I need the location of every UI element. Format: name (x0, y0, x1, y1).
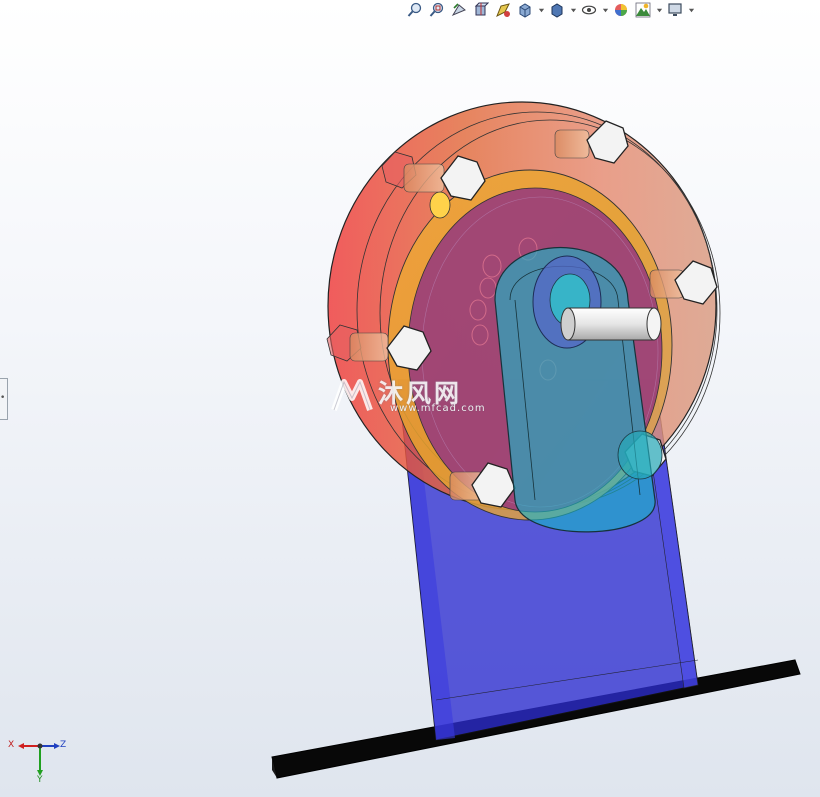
z-axis-label: Z (60, 740, 67, 750)
model-viewport[interactable] (0, 0, 820, 797)
x-axis-label: X (8, 740, 15, 750)
y-axis-label: Y (37, 775, 43, 785)
coordinate-triad: X Z Y (8, 738, 68, 788)
shaft[interactable] (560, 307, 662, 341)
